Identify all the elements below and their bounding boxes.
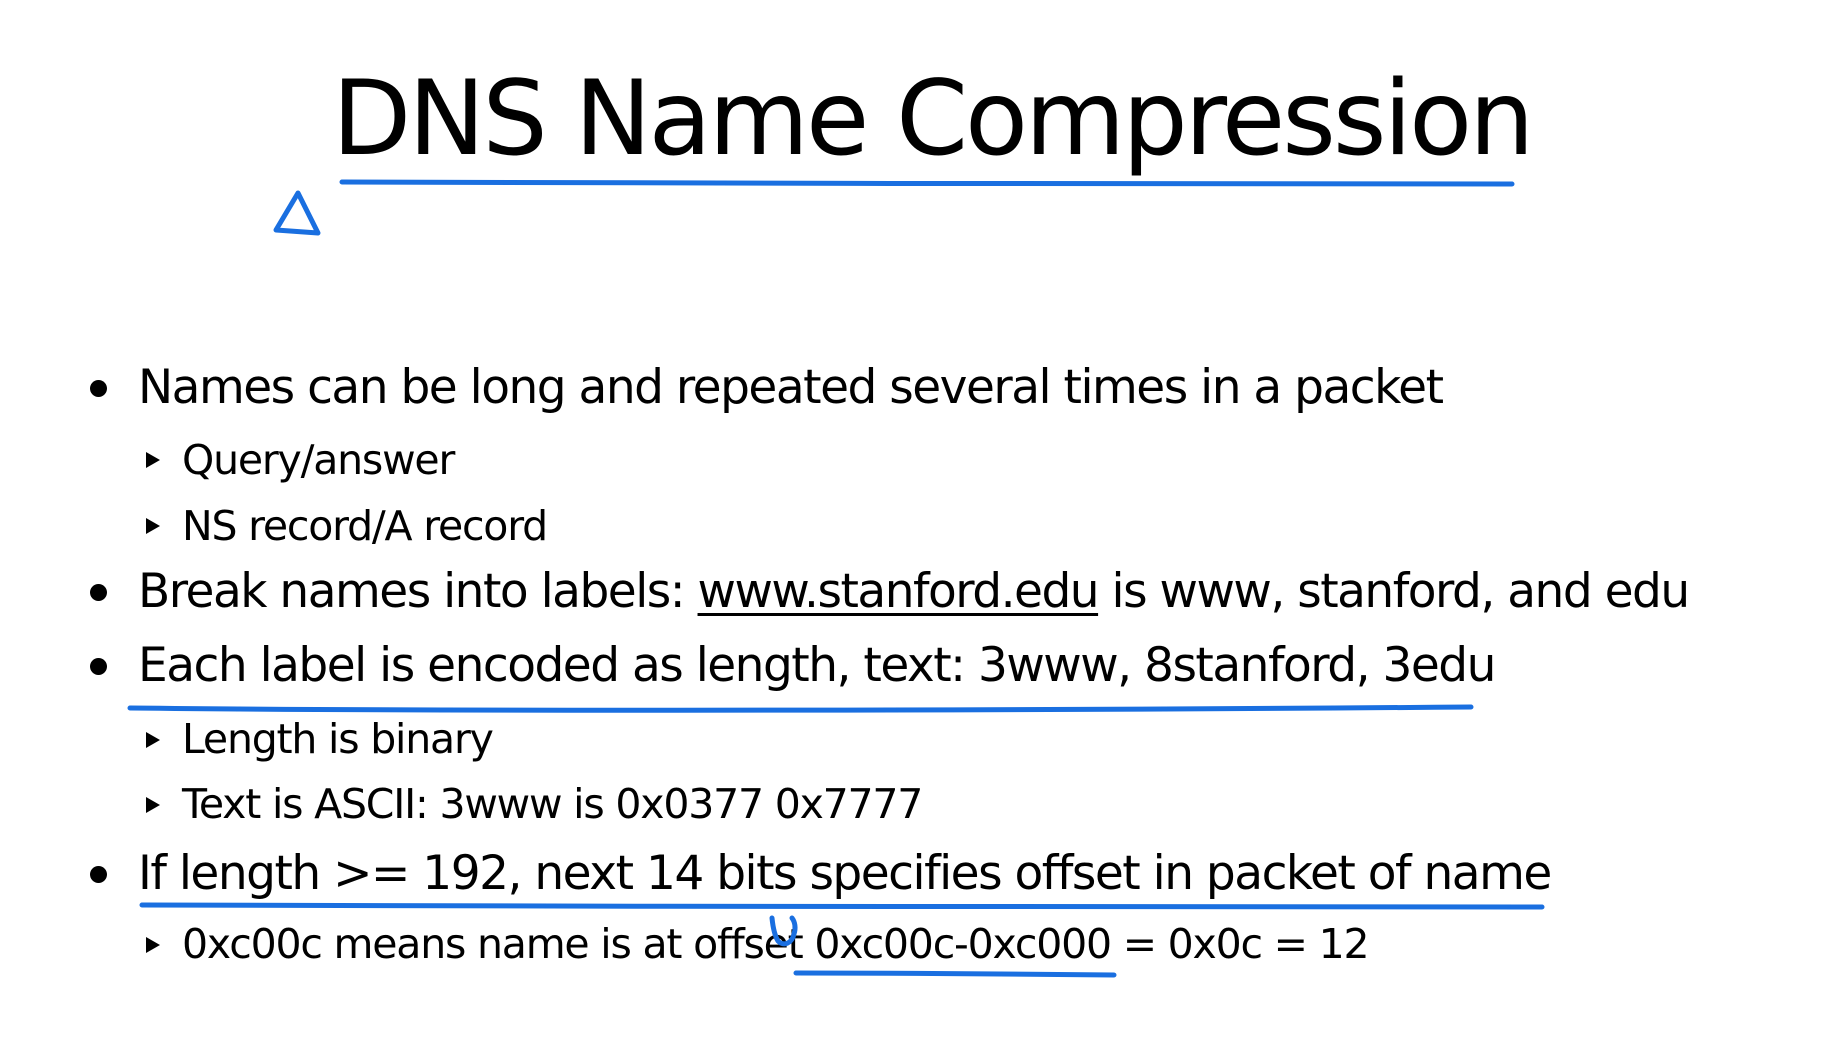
offset-underline bbox=[793, 970, 1117, 978]
sub-bullet-arrow bbox=[146, 797, 160, 813]
sub-bullet-text: Query/answer bbox=[182, 436, 455, 484]
sub-bullet-arrow bbox=[146, 732, 160, 748]
bullet4-underline bbox=[139, 902, 1545, 910]
bullet-text-before: Break names into labels: bbox=[138, 564, 698, 619]
sub-bullet-text: Length is binary bbox=[182, 715, 494, 763]
slide: DNS Name Compression Names can be long a… bbox=[0, 0, 1843, 1061]
sub-bullet-arrow bbox=[146, 518, 160, 534]
bullet-text: Break names into labels: www.stanford.ed… bbox=[138, 568, 1690, 615]
stanford-link[interactable]: www.stanford.edu bbox=[698, 564, 1100, 619]
bullet-dot bbox=[90, 380, 107, 397]
sub-bullet-text: Text is ASCII: 3www is 0x0377 0x7777 bbox=[182, 780, 923, 828]
triangle-mark bbox=[273, 190, 321, 236]
sub-bullet-text: NS record/A record bbox=[182, 502, 548, 550]
sub-bullet-arrow bbox=[146, 937, 160, 953]
bullet-dot bbox=[90, 584, 107, 601]
bullet3-underline bbox=[127, 704, 1474, 713]
bullet-text: Names can be long and repeated several t… bbox=[138, 360, 1444, 415]
bullet-text: If length >= 192, next 14 bits specifies… bbox=[138, 846, 1552, 901]
title-underline bbox=[339, 179, 1515, 187]
sub-bullet-arrow bbox=[146, 452, 160, 468]
bullet-text: Each label is encoded as length, text: 3… bbox=[138, 638, 1496, 693]
sub-bullet-text: 0xc00c means name is at offset 0xc00c-0x… bbox=[182, 920, 1370, 968]
bullet-text-after: is www, stanford, and edu bbox=[1098, 564, 1691, 619]
bullet-dot bbox=[90, 658, 107, 675]
bullet-dot bbox=[90, 866, 107, 883]
slide-title: DNS Name Compression bbox=[332, 59, 1534, 179]
